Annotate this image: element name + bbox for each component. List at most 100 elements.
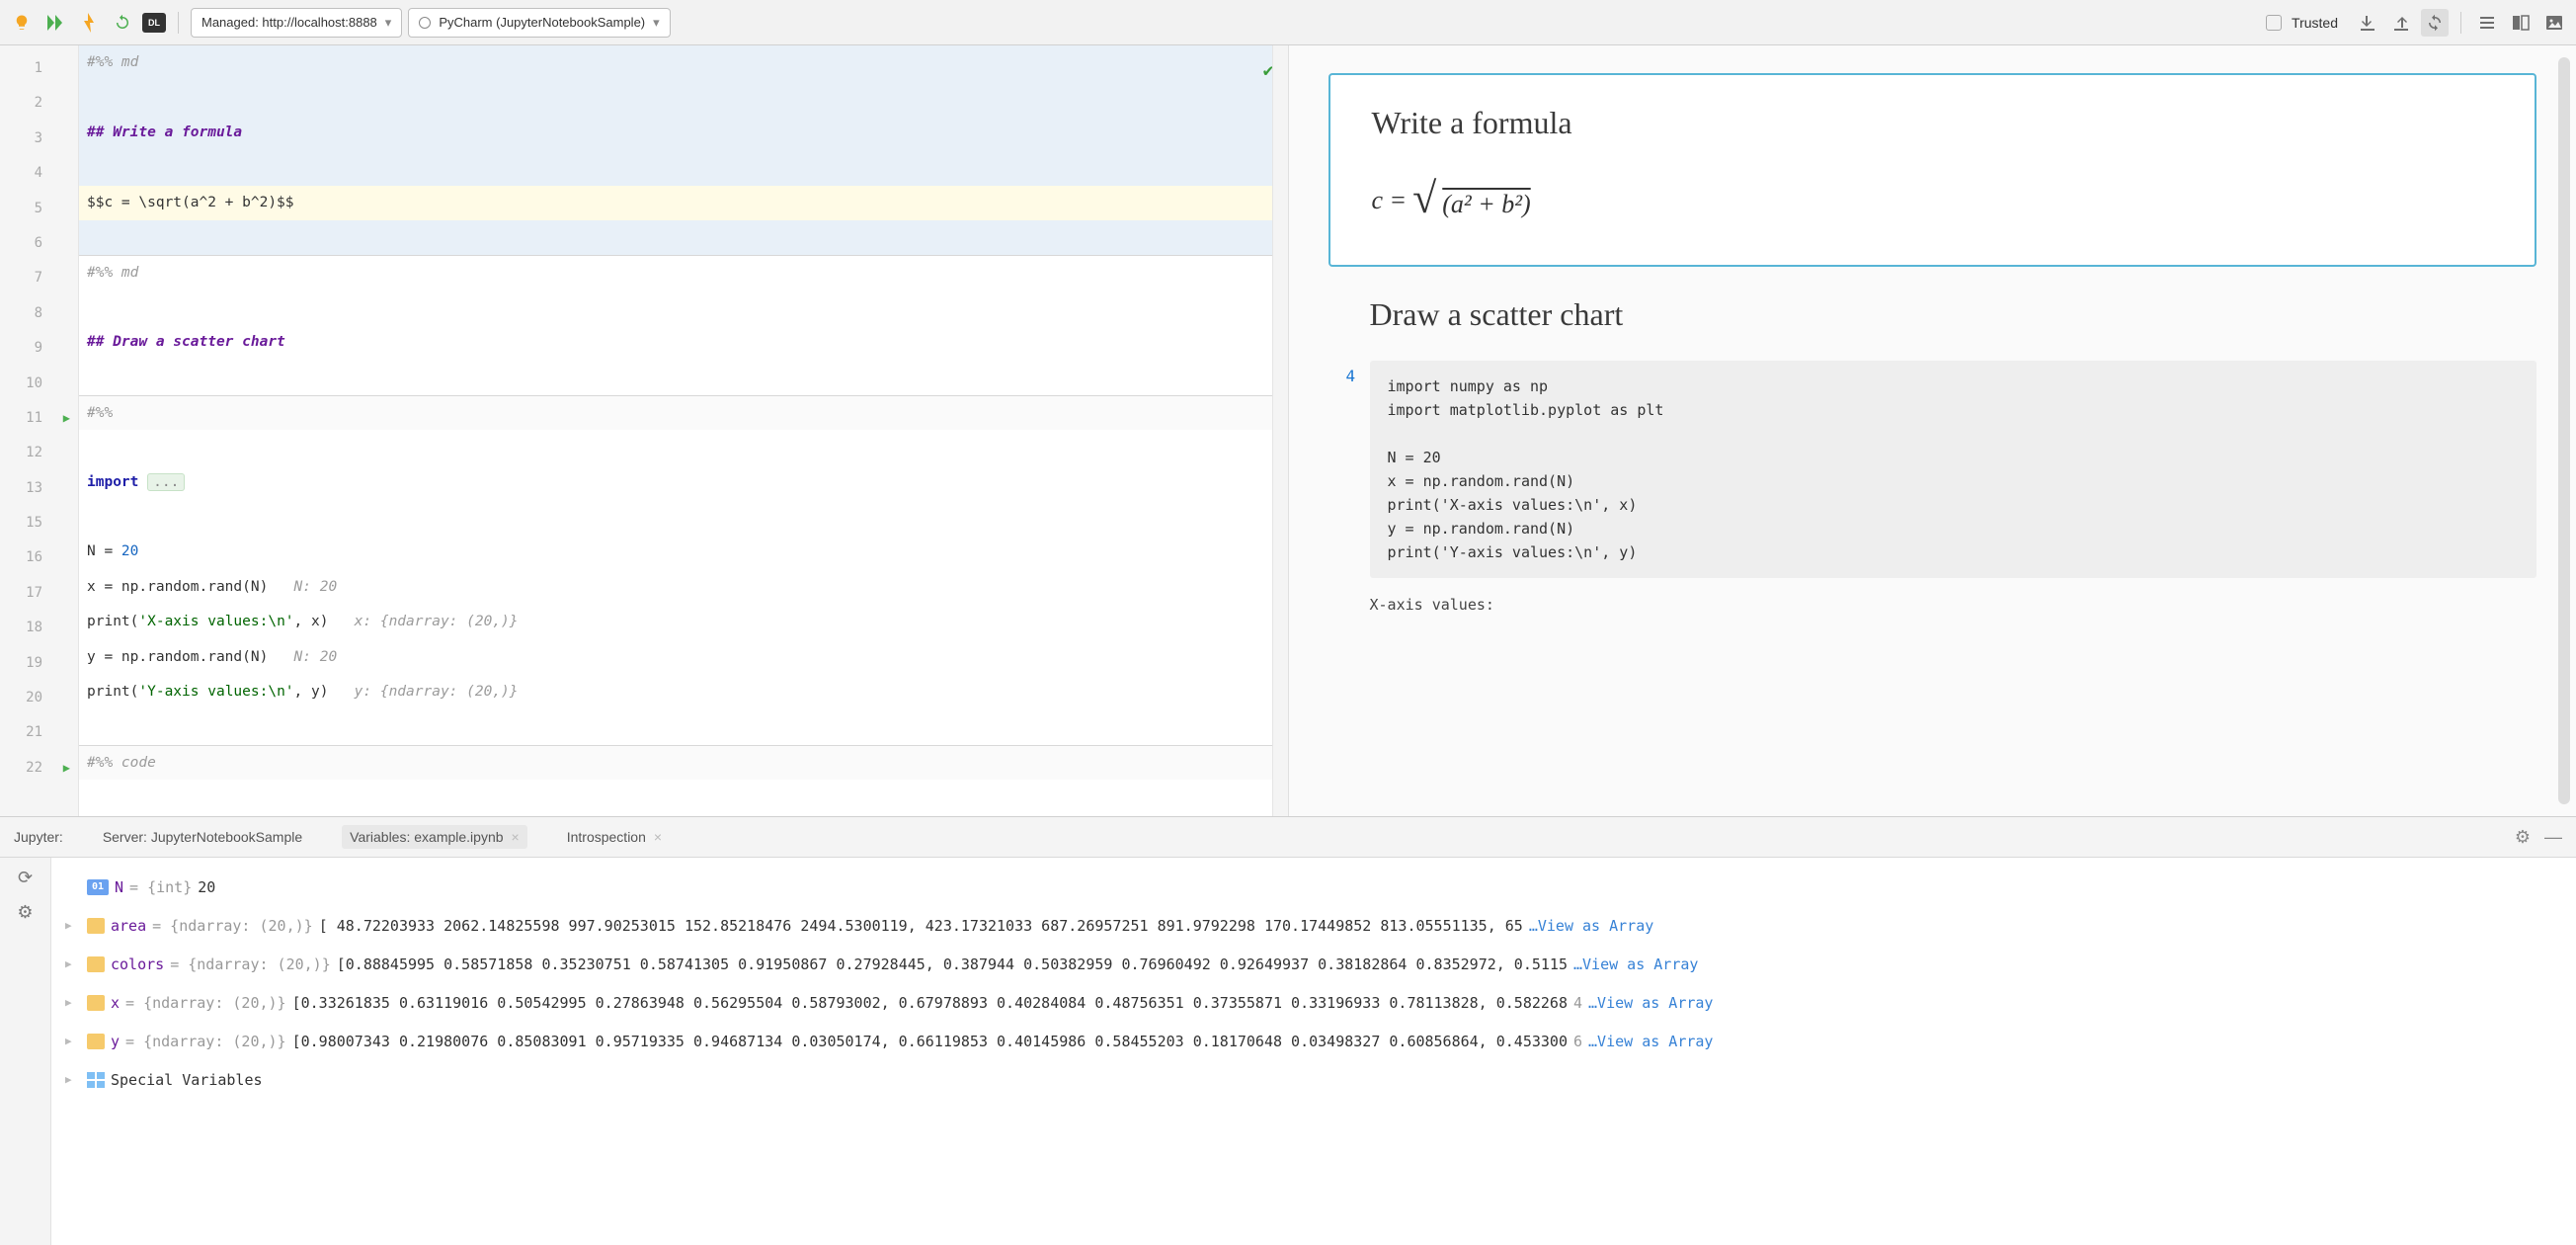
interrupt-icon[interactable] — [75, 9, 103, 37]
toolbar: DL Managed: http://localhost:8888▾ PyCha… — [0, 0, 2576, 45]
view-as-array-link[interactable]: …View as Array — [1588, 1033, 1713, 1050]
gear-icon[interactable]: ⚙ — [17, 902, 33, 923]
line-number: 3 — [0, 122, 78, 156]
restart-icon[interactable] — [109, 9, 136, 37]
expander-icon[interactable]: ▶ — [65, 1073, 81, 1086]
notebook-preview: Write a formula c = √ (a² + b²) Draw a s… — [1289, 45, 2576, 816]
editor-line[interactable]: x = np.random.rand(N) N: 20 — [79, 570, 1288, 605]
variable-row-special[interactable]: ▶ Special Variables — [65, 1060, 2562, 1099]
editor-line[interactable]: #%% md — [79, 45, 1288, 80]
line-number: 17 — [0, 576, 78, 611]
view-as-array-link[interactable]: …View as Array — [1588, 994, 1713, 1012]
preview-formula-card[interactable]: Write a formula c = √ (a² + b²) — [1328, 73, 2537, 267]
server-dropdown[interactable]: Managed: http://localhost:8888▾ — [191, 8, 402, 38]
editor-line[interactable] — [79, 500, 1288, 535]
line-number: 22▶ — [0, 751, 78, 786]
line-number: 2 — [0, 86, 78, 121]
code-editor[interactable]: ✔ #%% md ## Write a formula $$c = \sqrt(… — [79, 45, 1289, 816]
separator — [178, 12, 179, 34]
upload-icon[interactable] — [2387, 9, 2415, 37]
run-cell-icon[interactable]: ▶ — [63, 401, 70, 436]
line-number: 15 — [0, 506, 78, 540]
kernel-status-icon — [419, 17, 431, 29]
editor-line[interactable]: ## Draw a scatter chart — [79, 325, 1288, 360]
list-view-icon[interactable] — [2473, 9, 2501, 37]
editor-line-current[interactable]: $$c = \sqrt(a^2 + b^2)$$ — [79, 186, 1288, 220]
variable-row-N[interactable]: 01 N = {int} 20 — [65, 868, 2562, 906]
image-view-icon[interactable] — [2540, 9, 2568, 37]
expander-icon[interactable]: ▶ — [65, 919, 81, 932]
editor-scrollbar[interactable] — [1272, 45, 1288, 816]
run-cell-icon[interactable]: ▶ — [63, 751, 70, 786]
preview-heading: Draw a scatter chart — [1370, 296, 2537, 333]
expander-icon[interactable]: ▶ — [65, 996, 81, 1009]
line-number: 5 — [0, 192, 78, 226]
editor-line[interactable] — [79, 150, 1288, 185]
expander-icon[interactable]: ▶ — [65, 957, 81, 970]
tab-variables[interactable]: Variables: example.ipynb× — [342, 825, 527, 849]
editor-line[interactable] — [79, 430, 1288, 464]
view-as-array-link[interactable]: …View as Array — [1573, 955, 1698, 973]
tab-server[interactable]: Server: JupyterNotebookSample — [95, 825, 310, 849]
datalore-icon[interactable]: DL — [142, 13, 166, 33]
editor-line[interactable]: #%% — [79, 395, 1288, 430]
main-split: 1 2 3 4 5 6 7 8 9 10 11▶ 12 13 15 16 17 … — [0, 45, 2576, 816]
ndarray-icon — [87, 1034, 105, 1049]
preview-heading: Write a formula — [1372, 105, 2494, 141]
line-number: 4 — [0, 156, 78, 191]
editor-line[interactable]: #%% code — [79, 745, 1288, 780]
variable-row-colors[interactable]: ▶ colors = {ndarray: (20,)} [0.88845995 … — [65, 945, 2562, 983]
line-number: 21 — [0, 715, 78, 750]
bottom-tabs-prefix: Jupyter: — [14, 829, 63, 845]
ndarray-icon — [87, 918, 105, 934]
run-all-icon[interactable] — [41, 9, 69, 37]
refresh-icon[interactable]: ⟳ — [18, 868, 33, 888]
formula-render: c = √ (a² + b²) — [1372, 175, 2494, 225]
editor-line[interactable]: y = np.random.rand(N) N: 20 — [79, 640, 1288, 675]
download-icon[interactable] — [2354, 9, 2381, 37]
variable-row-area[interactable]: ▶ area = {ndarray: (20,)} [ 48.72203933 … — [65, 906, 2562, 945]
editor-line[interactable] — [79, 80, 1288, 115]
split-view-icon[interactable] — [2507, 9, 2535, 37]
close-icon[interactable]: × — [512, 829, 520, 845]
special-vars-icon — [87, 1072, 105, 1088]
line-number: 12 — [0, 436, 78, 470]
close-icon[interactable]: × — [654, 829, 662, 845]
editor-line[interactable]: print('X-axis values:\n', x) x: {ndarray… — [79, 605, 1288, 639]
gear-icon[interactable]: ⚙ — [2515, 827, 2531, 848]
trusted-label: Trusted — [2292, 15, 2338, 31]
variables-tree[interactable]: 01 N = {int} 20 ▶ area = {ndarray: (20,)… — [51, 858, 2576, 1245]
line-number: 9 — [0, 331, 78, 366]
variable-row-y[interactable]: ▶ y = {ndarray: (20,)} [0.98007343 0.219… — [65, 1022, 2562, 1060]
editor-line[interactable]: ## Write a formula — [79, 116, 1288, 150]
editor-line[interactable] — [79, 290, 1288, 325]
minimize-icon[interactable]: — — [2544, 827, 2562, 848]
expander-icon[interactable]: ▶ — [65, 1035, 81, 1047]
view-as-array-link[interactable]: …View as Array — [1529, 917, 1653, 935]
line-number: 7 — [0, 261, 78, 295]
editor-line[interactable] — [79, 709, 1288, 744]
chevron-down-icon: ▾ — [653, 15, 660, 31]
int-icon: 01 — [87, 879, 109, 895]
jupyter-tool-tabs: Jupyter: Server: JupyterNotebookSample V… — [0, 816, 2576, 858]
bulb-icon[interactable] — [8, 9, 36, 37]
editor-line[interactable] — [79, 220, 1288, 255]
editor-line[interactable]: #%% md — [79, 255, 1288, 290]
editor-line[interactable] — [79, 361, 1288, 395]
sync-icon[interactable] — [2421, 9, 2449, 37]
fold-region[interactable]: ... — [147, 473, 185, 491]
preview-scrollbar[interactable] — [2558, 57, 2570, 804]
kernel-dropdown[interactable]: PyCharm (JupyterNotebookSample)▾ — [408, 8, 670, 38]
line-number: 18 — [0, 611, 78, 645]
trusted-checkbox[interactable] — [2266, 15, 2282, 31]
editor-line[interactable]: import ... — [79, 465, 1288, 500]
variable-row-x[interactable]: ▶ x = {ndarray: (20,)} [0.33261835 0.631… — [65, 983, 2562, 1022]
line-number: 11▶ — [0, 401, 78, 436]
ndarray-icon — [87, 956, 105, 972]
editor-line[interactable]: N = 20 — [79, 535, 1288, 569]
editor-line[interactable]: print('Y-axis values:\n', y) y: {ndarray… — [79, 675, 1288, 709]
preview-code-block[interactable]: import numpy as np import matplotlib.pyp… — [1370, 361, 2537, 578]
tab-introspection[interactable]: Introspection× — [559, 825, 670, 849]
ndarray-icon — [87, 995, 105, 1011]
line-number: 1 — [0, 51, 78, 86]
